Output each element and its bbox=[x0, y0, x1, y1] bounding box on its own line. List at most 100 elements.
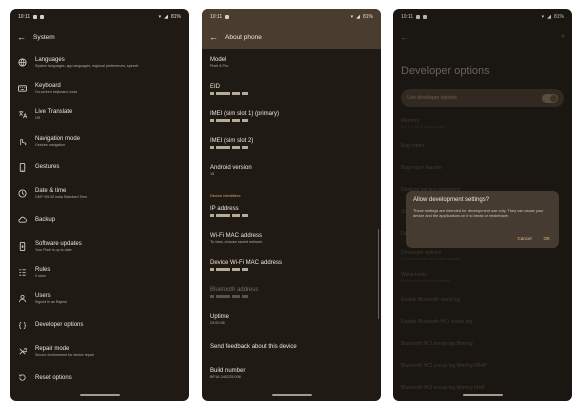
section-header: Device identifiers bbox=[210, 193, 241, 198]
settings-item-text: Developer options bbox=[35, 321, 83, 329]
about-item-label: Wi-Fi MAC address bbox=[210, 233, 263, 239]
status-time: 10:11 bbox=[18, 14, 31, 20]
about-item-wi-fi-mac-address[interactable]: Wi-Fi MAC address To view, choose saved n… bbox=[210, 225, 373, 252]
settings-item-summary: Your Pixel is up to date bbox=[35, 247, 72, 252]
about-item-bluetooth-address[interactable]: Bluetooth address bbox=[210, 279, 373, 306]
about-item-imei-sim-slot-1-primary[interactable]: IMEI (sim slot 1) (primary) bbox=[210, 103, 373, 130]
about-item-label: Device Wi-Fi MAC address bbox=[210, 260, 283, 266]
settings-item-label: Software updates bbox=[35, 240, 82, 247]
gesture-nav-handle[interactable] bbox=[271, 394, 312, 396]
settings-item-gestures[interactable]: Gestures bbox=[16, 154, 189, 180]
app-bar: ← About phone bbox=[202, 25, 381, 49]
about-item-device-wi-fi-mac-address[interactable]: Device Wi-Fi MAC address bbox=[210, 252, 373, 279]
about-item-value: To view, choose saved network bbox=[210, 240, 263, 244]
settings-item-repair-mode[interactable]: Repair mode Secure environment for device… bbox=[16, 338, 189, 364]
redaction-block bbox=[232, 294, 240, 298]
redaction-block bbox=[242, 294, 248, 298]
settings-item-label: Languages bbox=[35, 56, 65, 63]
about-item-build-number[interactable]: Build number BP1A.240225.006 bbox=[210, 360, 373, 387]
back-arrow-icon[interactable]: ← bbox=[209, 32, 225, 42]
settings-item-software-updates[interactable]: Software updates Your Pixel is up to date bbox=[16, 233, 189, 259]
redaction-block bbox=[210, 118, 214, 122]
settings-item-navigation-mode[interactable]: Navigation mode Gesture navigation bbox=[16, 128, 189, 154]
rules-icon bbox=[16, 267, 28, 279]
settings-item-label: Repair mode bbox=[35, 345, 70, 352]
settings-item-date-time[interactable]: Date & time GMT+05:30 India Standard Time bbox=[16, 180, 189, 206]
about-item-imei-sim-slot-2[interactable]: IMEI (sim slot 2) bbox=[210, 130, 373, 157]
about-item-label: Build number bbox=[210, 368, 246, 374]
settings-item-summary: On-screen keyboard, tools bbox=[35, 89, 78, 94]
about-item-value: Pixel 8 Pro bbox=[210, 64, 229, 68]
redacted-value bbox=[210, 145, 373, 150]
settings-item-summary: Gesture navigation bbox=[35, 142, 66, 147]
settings-item-text: Gestures bbox=[35, 163, 59, 171]
allow-development-settings-dialog: Allow development settings? These settin… bbox=[406, 191, 559, 248]
about-item-label: EID bbox=[210, 84, 221, 90]
settings-item-label: Users bbox=[35, 293, 51, 300]
redaction-block bbox=[216, 145, 230, 149]
about-item-send-feedback-about-this-device[interactable]: Send feedback about this device bbox=[210, 333, 373, 360]
gesture-nav-handle[interactable] bbox=[79, 394, 120, 396]
redacted-value bbox=[210, 294, 373, 299]
redacted-value bbox=[210, 91, 373, 96]
redaction-block bbox=[242, 267, 248, 271]
cancel-button[interactable]: Cancel bbox=[517, 236, 531, 241]
about-item-label: IMEI (sim slot 1) (primary) bbox=[210, 111, 279, 117]
settings-item-label: Backup bbox=[35, 216, 56, 223]
redacted-value bbox=[210, 118, 373, 123]
settings-item-users[interactable]: Users Signed in as Rajesh bbox=[16, 286, 189, 312]
settings-item-text: Rules 0 rules bbox=[35, 266, 50, 279]
settings-list: Languages System languages, app languages… bbox=[10, 49, 189, 391]
redacted-value bbox=[210, 267, 373, 272]
settings-item-label: Date & time bbox=[35, 188, 67, 195]
settings-item-label: Gestures bbox=[35, 164, 60, 171]
redaction-block bbox=[232, 145, 240, 149]
settings-item-languages[interactable]: Languages System languages, app languages… bbox=[16, 49, 189, 75]
back-arrow-icon[interactable]: ← bbox=[17, 32, 33, 42]
wifi-icon: ▾ bbox=[350, 14, 354, 20]
status-time: 10:11 bbox=[210, 14, 223, 20]
clock-icon bbox=[16, 188, 28, 200]
settings-item-text: Live Translate Off bbox=[35, 108, 72, 121]
settings-item-label: Live Translate bbox=[35, 109, 73, 116]
reset-icon bbox=[16, 372, 28, 384]
globe-icon bbox=[16, 56, 28, 68]
settings-item-summary: Off bbox=[35, 116, 40, 121]
about-item-label: Android version bbox=[210, 165, 252, 171]
about-item-label: IMEI (sim slot 2) bbox=[210, 138, 254, 144]
settings-item-summary: 0 rules bbox=[35, 274, 46, 279]
ok-button[interactable]: OK bbox=[543, 236, 550, 241]
settings-item-text: Languages System languages, app languages… bbox=[35, 56, 139, 69]
settings-item-backup[interactable]: Backup bbox=[16, 207, 189, 233]
about-item-label: IP address bbox=[210, 206, 239, 212]
settings-item-text: Navigation mode Gesture navigation bbox=[35, 135, 80, 148]
settings-item-reset-options[interactable]: Reset options bbox=[16, 365, 189, 391]
redaction-block bbox=[216, 118, 230, 122]
gesture-icon bbox=[16, 135, 28, 147]
battery-level: 81% bbox=[170, 14, 181, 20]
about-item-label: Send feedback about this device bbox=[210, 343, 297, 350]
status-bar: 10:11 ▾ ◢ 81% bbox=[202, 9, 381, 25]
settings-item-text: Repair mode Secure environment for device… bbox=[35, 345, 94, 358]
settings-item-text: Date & time GMT+05:30 India Standard Time bbox=[35, 187, 87, 200]
settings-item-live-translate[interactable]: Live Translate Off bbox=[16, 102, 189, 128]
settings-item-label: Developer options bbox=[35, 322, 84, 329]
dialog-body: These settings are intended for developm… bbox=[413, 208, 544, 218]
about-item-uptime[interactable]: Uptime 23:00:36 bbox=[210, 306, 373, 333]
about-item-ip-address[interactable]: IP address bbox=[210, 198, 373, 225]
scrollbar[interactable] bbox=[377, 229, 379, 319]
status-bar: 10:11 ▾ ◢ 81% bbox=[10, 9, 189, 25]
settings-item-rules[interactable]: Rules 0 rules bbox=[16, 259, 189, 285]
gesture-nav-handle[interactable] bbox=[462, 394, 503, 396]
about-item-android-version[interactable]: Android version 15 bbox=[210, 157, 373, 184]
about-list: Model Pixel 8 Pro EID IMEI (sim slot 1) (pr… bbox=[202, 49, 381, 387]
keyboard-icon bbox=[16, 82, 28, 94]
redaction-block bbox=[232, 118, 240, 122]
settings-item-keyboard[interactable]: Keyboard On-screen keyboard, tools bbox=[16, 75, 189, 101]
redaction-block bbox=[232, 91, 240, 95]
about-item-eid[interactable]: EID bbox=[210, 76, 373, 103]
settings-item-developer-options[interactable]: Developer options bbox=[16, 312, 189, 338]
translate-icon bbox=[16, 109, 28, 121]
page-title: System bbox=[33, 33, 55, 41]
about-item-model[interactable]: Model Pixel 8 Pro bbox=[210, 49, 373, 76]
